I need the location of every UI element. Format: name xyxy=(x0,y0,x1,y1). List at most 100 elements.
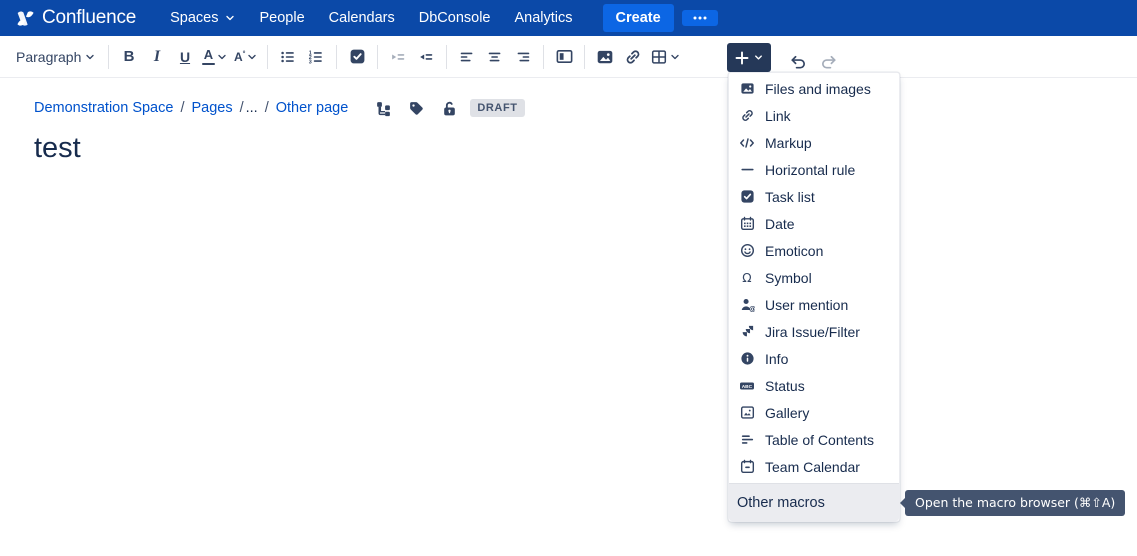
emoticon-icon xyxy=(739,243,755,259)
gallery-icon xyxy=(739,405,755,421)
insert-link-button[interactable] xyxy=(619,42,647,72)
menu-item-gallery[interactable]: Gallery xyxy=(729,399,899,426)
breadcrumb-separator: / xyxy=(180,100,184,116)
link-icon xyxy=(624,48,642,66)
chevron-down-icon xyxy=(84,51,96,63)
svg-text:@: @ xyxy=(749,304,755,312)
toolbar-divider xyxy=(446,45,447,69)
bold-icon: B xyxy=(124,48,135,65)
align-center-button[interactable] xyxy=(481,42,509,72)
tooltip-arrow xyxy=(900,498,905,508)
chevron-down-icon xyxy=(216,51,228,63)
brand-wordmark: Confluence xyxy=(42,7,136,29)
jira-icon xyxy=(739,324,755,340)
create-button[interactable]: Create xyxy=(603,4,674,32)
chevron-down-icon xyxy=(669,51,681,63)
align-left-button[interactable] xyxy=(453,42,481,72)
menu-item-date[interactable]: Date xyxy=(729,210,899,237)
navbar-more-button[interactable] xyxy=(682,10,718,26)
breadcrumb-link-space[interactable]: Demonstration Space xyxy=(34,100,173,116)
breadcrumb-ellipsis[interactable]: ... xyxy=(246,100,258,116)
task-list-button[interactable] xyxy=(343,42,371,72)
page-layout-button[interactable] xyxy=(550,42,578,72)
nav-item-people[interactable]: People xyxy=(248,0,317,36)
more-formatting-button[interactable]: A° xyxy=(231,42,261,72)
undo-icon xyxy=(788,52,807,71)
symbol-icon: Ω xyxy=(739,270,755,286)
breadcrumb-link-other-page[interactable]: Other page xyxy=(276,100,349,116)
underline-icon: U xyxy=(180,49,190,65)
horizontal-rule-icon xyxy=(739,162,755,178)
editor-toolbar: Paragraph B I U A A° 123 xyxy=(0,36,1137,78)
menu-item-table-of-contents[interactable]: Table of Contents xyxy=(729,426,899,453)
macro-browser-tooltip: Open the macro browser (⌘⇧A) xyxy=(905,490,1125,516)
page-layout-icon xyxy=(555,47,574,66)
bullet-list-icon xyxy=(279,48,297,66)
files-and-images-icon xyxy=(739,81,755,97)
menu-item-team-calendar[interactable]: Team Calendar xyxy=(729,453,899,480)
tooltip-text: Open the macro browser (⌘⇧A) xyxy=(915,495,1115,510)
align-right-icon xyxy=(514,48,532,66)
insert-more-button[interactable] xyxy=(727,43,771,72)
align-center-icon xyxy=(486,48,504,66)
chevron-down-icon xyxy=(224,12,236,24)
toolbar-divider xyxy=(267,45,268,69)
menu-item-jira[interactable]: Jira Issue/Filter xyxy=(729,318,899,345)
text-color-button[interactable]: A xyxy=(199,42,231,72)
nav-item-dbconsole[interactable]: DbConsole xyxy=(407,0,503,36)
menu-item-task-list[interactable]: Task list xyxy=(729,183,899,210)
page-title[interactable]: test xyxy=(34,132,81,165)
menu-item-files-and-images[interactable]: Files and images xyxy=(729,75,899,102)
menu-item-link[interactable]: Link xyxy=(729,102,899,129)
table-of-contents-icon xyxy=(739,432,755,448)
outdent-icon xyxy=(389,48,407,66)
numbered-list-button[interactable]: 123 xyxy=(302,42,330,72)
menu-item-markup[interactable]: Markup xyxy=(729,129,899,156)
nav-item-calendars[interactable]: Calendars xyxy=(317,0,407,36)
link-icon xyxy=(739,108,755,124)
italic-icon: I xyxy=(154,48,160,66)
menu-item-user-mention[interactable]: @ User mention xyxy=(729,291,899,318)
toolbar-divider xyxy=(543,45,544,69)
menu-item-horizontal-rule[interactable]: Horizontal rule xyxy=(729,156,899,183)
insert-table-button[interactable] xyxy=(647,42,684,72)
nav-item-analytics[interactable]: Analytics xyxy=(503,0,585,36)
bold-button[interactable]: B xyxy=(115,42,143,72)
nav-item-spaces[interactable]: Spaces xyxy=(158,0,247,36)
numbered-list-icon: 123 xyxy=(307,48,325,66)
confluence-editor: Confluence Spaces People Calendars DbCon… xyxy=(0,0,1137,556)
italic-button[interactable]: I xyxy=(143,42,171,72)
align-left-icon xyxy=(458,48,476,66)
menu-item-emoticon[interactable]: Emoticon xyxy=(729,237,899,264)
date-icon xyxy=(739,216,755,232)
confluence-mark-icon xyxy=(16,9,35,28)
label-icon[interactable] xyxy=(407,99,425,117)
underline-button[interactable]: U xyxy=(171,42,199,72)
bullet-list-button[interactable] xyxy=(274,42,302,72)
text-style-select[interactable]: Paragraph xyxy=(10,42,102,72)
confluence-logo[interactable]: Confluence xyxy=(16,7,136,29)
top-navbar: Confluence Spaces People Calendars DbCon… xyxy=(0,0,1137,36)
image-icon xyxy=(596,48,614,66)
menu-item-other-macros[interactable]: Other macros xyxy=(729,484,899,521)
indent-icon xyxy=(417,48,435,66)
breadcrumb-link-pages[interactable]: Pages xyxy=(191,100,232,116)
text-color-icon: A xyxy=(202,48,215,65)
menu-item-info[interactable]: Info xyxy=(729,345,899,372)
chevron-down-icon xyxy=(753,52,764,63)
unlock-icon[interactable] xyxy=(440,99,458,117)
menu-item-status[interactable]: ABC Status xyxy=(729,372,899,399)
page-tree-icon[interactable] xyxy=(374,99,392,117)
align-right-button[interactable] xyxy=(509,42,537,72)
insert-image-button[interactable] xyxy=(591,42,619,72)
breadcrumb: Demonstration Space / Pages / ... / Othe… xyxy=(34,99,525,117)
indent-button[interactable] xyxy=(412,42,440,72)
breadcrumb-separator: / xyxy=(265,100,269,116)
insert-menu: Files and images Link Markup Horizontal … xyxy=(728,72,900,522)
breadcrumb-separator: / xyxy=(240,100,244,116)
task-list-icon xyxy=(349,48,366,65)
status-icon: ABC xyxy=(739,378,755,394)
user-mention-icon: @ xyxy=(739,297,755,313)
menu-item-symbol[interactable]: Ω Symbol xyxy=(729,264,899,291)
toolbar-divider xyxy=(108,45,109,69)
